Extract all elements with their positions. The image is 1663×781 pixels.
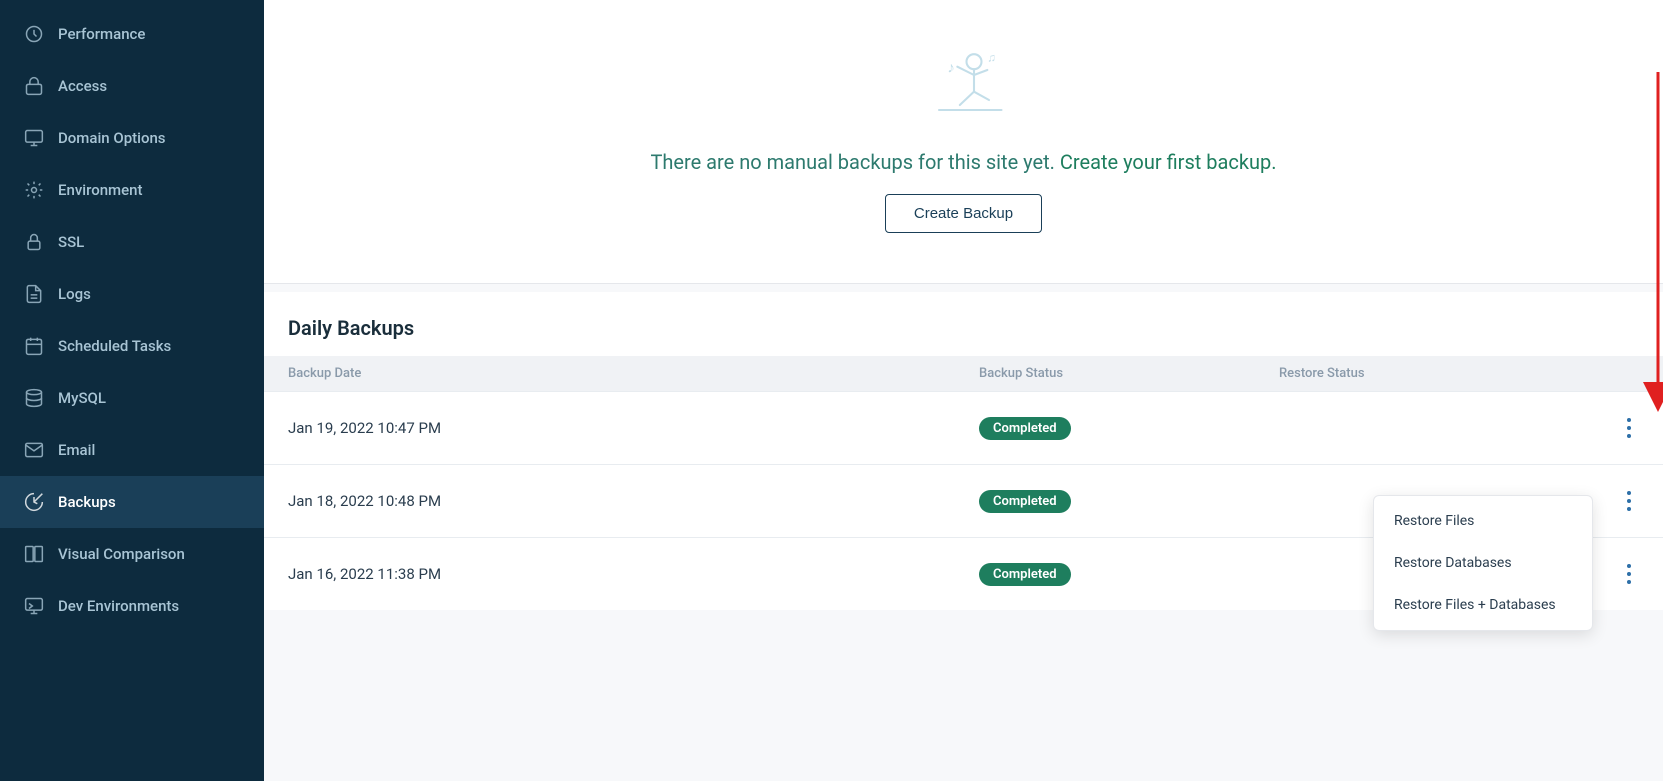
sidebar-item-ssl[interactable]: SSL: [0, 216, 264, 268]
row-actions-button-2[interactable]: [1619, 483, 1639, 519]
empty-state-illustration: ♪ ♫: [914, 40, 1014, 130]
access-icon: [24, 76, 44, 96]
sidebar-label-logs: Logs: [58, 285, 91, 303]
col-restore-status: Restore Status: [1279, 366, 1579, 381]
sidebar-item-dev-environments[interactable]: Dev Environments: [0, 580, 264, 632]
sidebar-item-environment[interactable]: Environment: [0, 164, 264, 216]
sidebar-item-mysql[interactable]: MySQL: [0, 372, 264, 424]
mysql-icon: [24, 388, 44, 408]
restore-databases-option[interactable]: Restore Databases: [1374, 542, 1592, 584]
daily-backups-title: Daily Backups: [264, 292, 1663, 356]
sidebar: Performance Access Domain Options Enviro…: [0, 0, 264, 781]
col-backup-status: Backup Status: [979, 366, 1279, 381]
scheduled-tasks-icon: [24, 336, 44, 356]
create-backup-button[interactable]: Create Backup: [885, 194, 1042, 233]
sidebar-label-dev-environments: Dev Environments: [58, 597, 179, 615]
performance-icon: [24, 24, 44, 44]
sidebar-label-ssl: SSL: [58, 233, 84, 251]
sidebar-label-environment: Environment: [58, 181, 143, 199]
dot: [1627, 499, 1631, 503]
table-row: Jan 19, 2022 10:47 PM Completed: [264, 391, 1663, 464]
dot: [1627, 572, 1631, 576]
sidebar-label-access: Access: [58, 77, 107, 95]
col-backup-date: Backup Date: [288, 366, 979, 381]
restore-files-option[interactable]: Restore Files: [1374, 500, 1592, 542]
visual-comparison-icon: [24, 544, 44, 564]
sidebar-item-domain-options[interactable]: Domain Options: [0, 112, 264, 164]
actions-dropdown-menu: Restore Files Restore Databases Restore …: [1373, 495, 1593, 631]
sidebar-label-performance: Performance: [58, 25, 145, 43]
restore-files-databases-option[interactable]: Restore Files + Databases: [1374, 584, 1592, 626]
ssl-icon: [24, 232, 44, 252]
sidebar-item-backups[interactable]: Backups: [0, 476, 264, 528]
backup-date-1: Jan 19, 2022 10:47 PM: [288, 419, 979, 437]
dot: [1627, 564, 1631, 568]
dot: [1627, 418, 1631, 422]
sidebar-item-access[interactable]: Access: [0, 60, 264, 112]
cta-text: Create your first backup.: [1060, 150, 1277, 174]
backup-status-badge-1: Completed: [979, 417, 1071, 440]
email-icon: [24, 440, 44, 460]
dot: [1627, 580, 1631, 584]
logs-icon: [24, 284, 44, 304]
table-row: Jan 18, 2022 10:48 PM Completed Restore …: [264, 464, 1663, 537]
col-actions: [1579, 366, 1639, 381]
domain-icon: [24, 128, 44, 148]
sidebar-item-visual-comparison[interactable]: Visual Comparison: [0, 528, 264, 580]
dot: [1627, 434, 1631, 438]
dev-environments-icon: [24, 596, 44, 616]
sidebar-item-scheduled-tasks[interactable]: Scheduled Tasks: [0, 320, 264, 372]
dot: [1627, 507, 1631, 511]
sidebar-label-mysql: MySQL: [58, 389, 106, 407]
svg-text:♪: ♪: [947, 59, 955, 77]
dot: [1627, 491, 1631, 495]
backups-icon: [24, 492, 44, 512]
backup-status-badge-2: Completed: [979, 490, 1071, 513]
sidebar-label-domain-options: Domain Options: [58, 129, 166, 147]
table-header: Backup Date Backup Status Restore Status: [264, 356, 1663, 391]
svg-text:♫: ♫: [987, 51, 996, 65]
sidebar-item-performance[interactable]: Performance: [0, 8, 264, 60]
environment-icon: [24, 180, 44, 200]
daily-backup-section: Daily Backups Backup Date Backup Status …: [264, 292, 1663, 610]
manual-backup-section: ♪ ♫ There are no manual backups for this…: [264, 0, 1663, 284]
main-content: ♪ ♫ There are no manual backups for this…: [264, 0, 1663, 781]
backup-date-3: Jan 16, 2022 11:38 PM: [288, 565, 979, 583]
sidebar-item-email[interactable]: Email: [0, 424, 264, 476]
sidebar-label-email: Email: [58, 441, 95, 459]
no-backup-text: There are no manual backups for this sit…: [650, 150, 1276, 174]
sidebar-label-backups: Backups: [58, 493, 116, 511]
sidebar-label-visual-comparison: Visual Comparison: [58, 545, 185, 563]
backup-status-badge-3: Completed: [979, 563, 1071, 586]
backup-date-2: Jan 18, 2022 10:48 PM: [288, 492, 979, 510]
row-actions-button-1[interactable]: [1619, 410, 1639, 446]
row-actions-button-3[interactable]: [1619, 556, 1639, 592]
sidebar-item-logs[interactable]: Logs: [0, 268, 264, 320]
dot: [1627, 426, 1631, 430]
sidebar-label-scheduled-tasks: Scheduled Tasks: [58, 337, 171, 355]
